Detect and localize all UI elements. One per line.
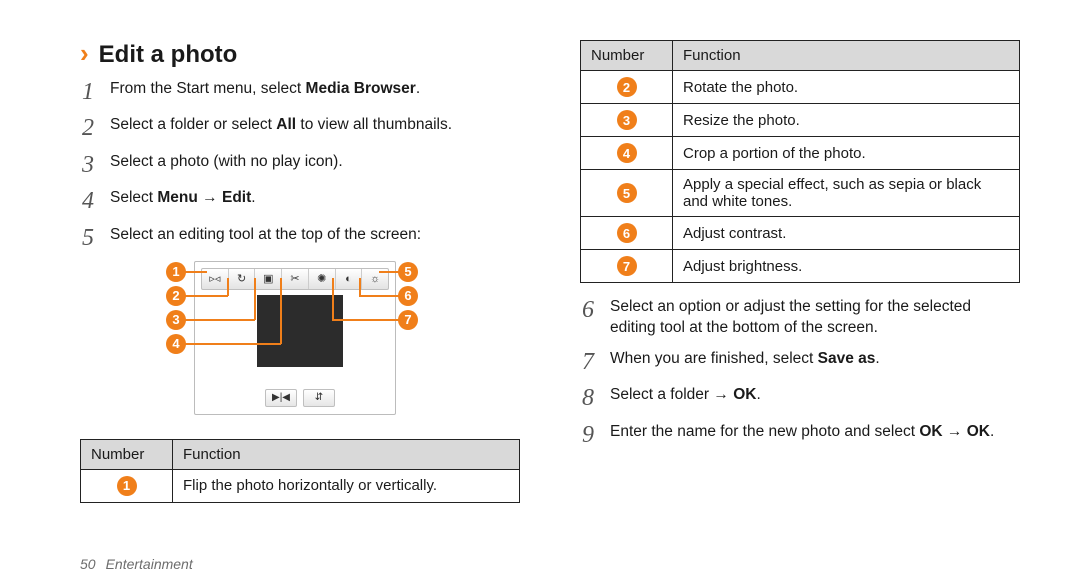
photo-preview-area bbox=[257, 295, 343, 367]
step-number: 8 bbox=[580, 385, 596, 411]
table-row: 7 Adjust brightness. bbox=[581, 250, 1020, 283]
step-text: Enter the name for the new photo and sel… bbox=[610, 422, 1020, 443]
steps-right: 6 Select an option or adjust the setting … bbox=[580, 297, 1020, 448]
row-function-cell: Adjust brightness. bbox=[673, 250, 1020, 283]
step-text: Select a folder → OK. bbox=[610, 385, 1020, 406]
step-number: 4 bbox=[80, 188, 96, 214]
step-text: When you are finished, select Save as. bbox=[610, 349, 1020, 370]
row-number-cell: 7 bbox=[581, 250, 673, 283]
row-number-cell: 2 bbox=[581, 71, 673, 104]
table-row: 6 Adjust contrast. bbox=[581, 217, 1020, 250]
rotate-icon: ↻ bbox=[229, 269, 256, 289]
table-header-function: Function bbox=[173, 439, 520, 469]
step-text: Select a folder or select All to view al… bbox=[110, 115, 520, 136]
resize-icon: ▣ bbox=[255, 269, 282, 289]
row-function-cell: Rotate the photo. bbox=[673, 71, 1020, 104]
step-text: Select an option or adjust the setting f… bbox=[610, 297, 1020, 339]
step-text: Select a photo (with no play icon). bbox=[110, 152, 520, 173]
table-header-number: Number bbox=[581, 41, 673, 71]
table-header-function: Function bbox=[673, 41, 1020, 71]
step-number: 1 bbox=[80, 79, 96, 105]
row-number-cell: 1 bbox=[81, 469, 173, 502]
number-bullet-icon: 4 bbox=[617, 143, 637, 163]
steps-left: 1 From the Start menu, select Media Brows… bbox=[80, 79, 520, 251]
number-bullet-icon: 7 bbox=[617, 256, 637, 276]
callout-4: 4 bbox=[166, 334, 186, 354]
step-text: Select Menu → Edit. bbox=[110, 188, 520, 209]
step-number: 5 bbox=[80, 225, 96, 251]
callout-2: 2 bbox=[166, 286, 186, 306]
page-title: Edit a photo bbox=[99, 41, 238, 69]
chevron-icon: › bbox=[80, 40, 89, 66]
number-bullet-icon: 1 bbox=[117, 476, 137, 496]
step-number: 3 bbox=[80, 152, 96, 178]
step-item: 2 Select a folder or select All to view a… bbox=[80, 115, 520, 141]
step-text: From the Start menu, select Media Browse… bbox=[110, 79, 520, 100]
callout-1: 1 bbox=[166, 262, 186, 282]
edit-tool-diagram: ▹◃ ↻ ▣ ✂ ✺ ◐ ☼ ▶|◀ ⇵ 1 2 bbox=[182, 261, 418, 421]
row-number-cell: 3 bbox=[581, 104, 673, 137]
step-item: 4 Select Menu → Edit. bbox=[80, 188, 520, 214]
row-function-cell: Crop a portion of the photo. bbox=[673, 137, 1020, 170]
step-text: Select an editing tool at the top of the… bbox=[110, 225, 520, 246]
control-navigate-icon: ▶|◀ bbox=[265, 389, 297, 407]
table-row: 3 Resize the photo. bbox=[581, 104, 1020, 137]
row-number-cell: 4 bbox=[581, 137, 673, 170]
function-table-left: Number Function 1 Flip the photo horizont… bbox=[80, 439, 520, 503]
table-row: 2 Rotate the photo. bbox=[581, 71, 1020, 104]
step-item: 8 Select a folder → OK. bbox=[580, 385, 1020, 411]
section-label: Entertainment bbox=[106, 556, 193, 572]
step-number: 7 bbox=[580, 349, 596, 375]
page-number: 50 bbox=[80, 556, 96, 572]
number-bullet-icon: 2 bbox=[617, 77, 637, 97]
crop-icon: ✂ bbox=[282, 269, 309, 289]
row-function-cell: Apply a special effect, such as sepia or… bbox=[673, 170, 1020, 217]
table-row: 5 Apply a special effect, such as sepia o… bbox=[581, 170, 1020, 217]
step-item: 1 From the Start menu, select Media Brows… bbox=[80, 79, 520, 105]
row-number-cell: 6 bbox=[581, 217, 673, 250]
step-item: 3 Select a photo (with no play icon). bbox=[80, 152, 520, 178]
row-number-cell: 5 bbox=[581, 170, 673, 217]
row-function-cell: Resize the photo. bbox=[673, 104, 1020, 137]
callout-3: 3 bbox=[166, 310, 186, 330]
table-header-number: Number bbox=[81, 439, 173, 469]
row-function-cell: Adjust contrast. bbox=[673, 217, 1020, 250]
function-table-right: Number Function 2 Rotate the photo. 3 Resiz… bbox=[580, 40, 1020, 283]
number-bullet-icon: 3 bbox=[617, 110, 637, 130]
step-number: 6 bbox=[580, 297, 596, 323]
table-row: 4 Crop a portion of the photo. bbox=[581, 137, 1020, 170]
number-bullet-icon: 5 bbox=[617, 183, 637, 203]
step-item: 7 When you are finished, select Save as. bbox=[580, 349, 1020, 375]
callout-5: 5 bbox=[398, 262, 418, 282]
table-row: 1 Flip the photo horizontally or vertical… bbox=[81, 469, 520, 502]
step-number: 2 bbox=[80, 115, 96, 141]
step-item: 9 Enter the name for the new photo and se… bbox=[580, 422, 1020, 448]
step-item: 5 Select an editing tool at the top of th… bbox=[80, 225, 520, 251]
number-bullet-icon: 6 bbox=[617, 223, 637, 243]
page-footer: 50 Entertainment bbox=[80, 556, 193, 572]
step-item: 6 Select an option or adjust the setting … bbox=[580, 297, 1020, 339]
step-number: 9 bbox=[580, 422, 596, 448]
control-flip-icon: ⇵ bbox=[303, 389, 335, 407]
row-function-cell: Flip the photo horizontally or verticall… bbox=[173, 469, 520, 502]
